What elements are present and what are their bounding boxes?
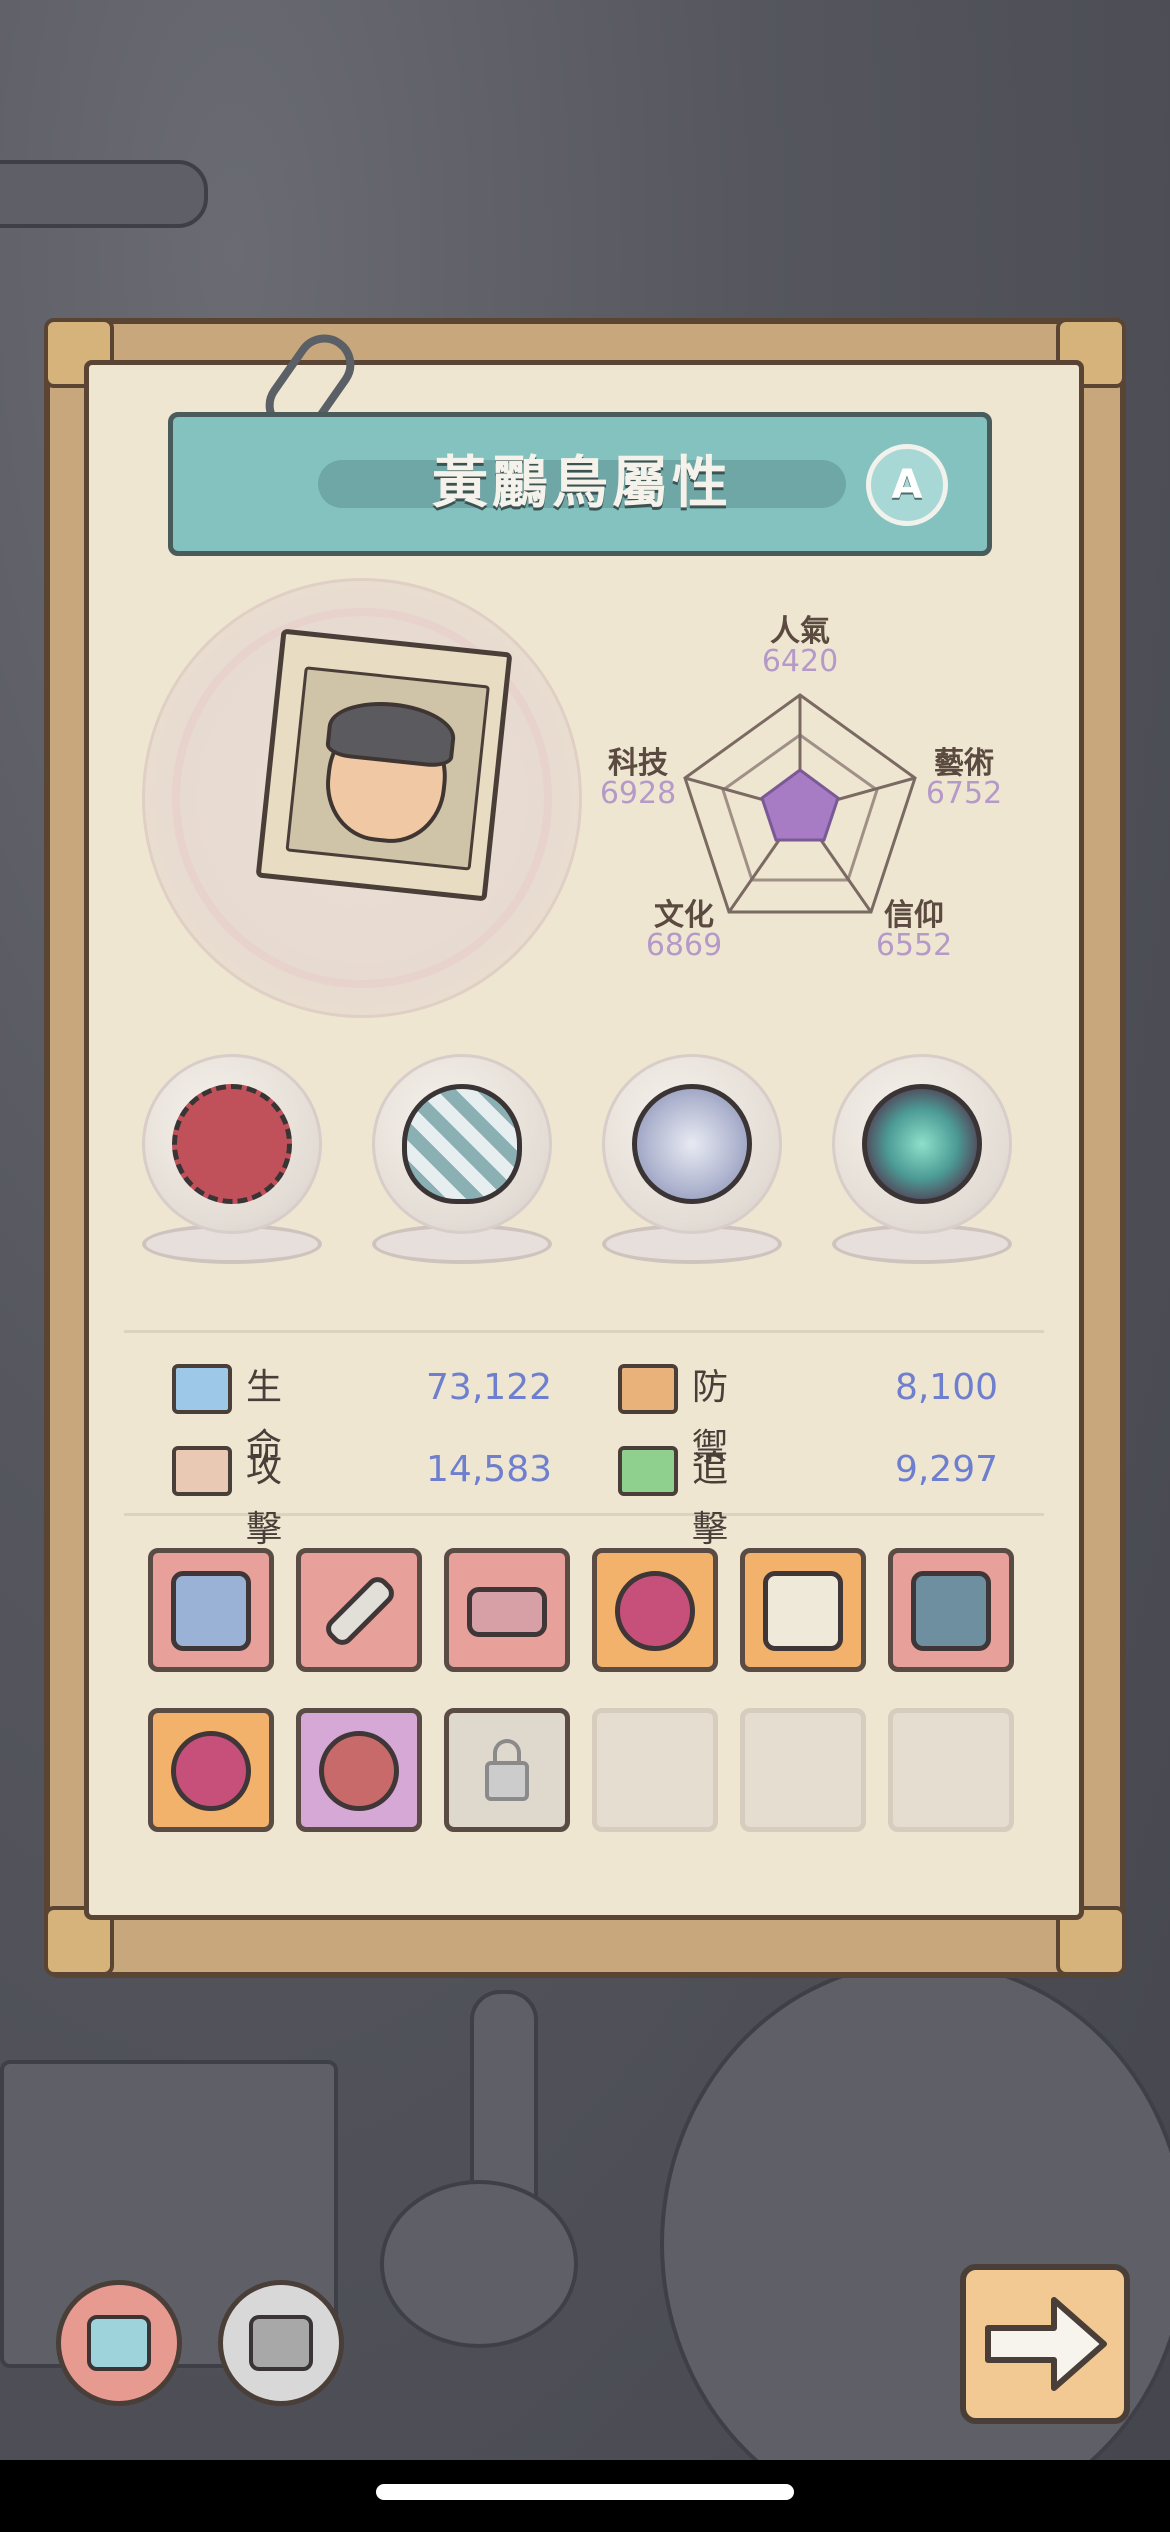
stat-label-pursuit: 追擊 (692, 1449, 729, 1550)
wing-orb-icon (171, 1731, 251, 1811)
radar-value-arts: 6752 (925, 776, 1003, 811)
character-portrait[interactable] (255, 628, 513, 902)
skill-slot-8[interactable] (296, 1708, 422, 1832)
dragon-head-icon (911, 1571, 991, 1651)
attack-bar-icon (172, 1446, 232, 1496)
arrow-right-icon (985, 2297, 1107, 2391)
robot-face-icon (249, 2315, 313, 2371)
wing-orb-icon (615, 1571, 695, 1651)
pursuit-bar-icon (618, 1446, 678, 1496)
robot-face-icon (87, 2315, 151, 2371)
lock-body (485, 1761, 529, 1801)
radar-value-popularity: 6420 (761, 644, 839, 679)
stat-value-hp: 73,122 (426, 1367, 552, 1408)
skill-slot-7[interactable] (148, 1708, 274, 1832)
thorn-wreath-icon (172, 1084, 292, 1204)
equipment-slot-4[interactable] (822, 1054, 1022, 1284)
hp-bar-icon (172, 1364, 232, 1414)
radar-value-faith: 6552 (875, 928, 953, 963)
stat-value-pursuit: 9,297 (894, 1449, 998, 1490)
skill-slot-1[interactable] (148, 1548, 274, 1672)
dagger-icon (321, 1572, 399, 1650)
checkered-shell-icon (402, 1084, 522, 1204)
stat-value-attack: 14,583 (426, 1449, 552, 1490)
equipment-slot-2[interactable] (362, 1054, 562, 1284)
equipment-slot-1[interactable] (132, 1054, 332, 1284)
compass-icon (632, 1084, 752, 1204)
skill-slot-2[interactable] (296, 1548, 422, 1672)
mech-gun-icon (171, 1571, 251, 1651)
robot-toggle-button-active[interactable] (56, 2280, 182, 2406)
background-bucket (380, 2180, 578, 2348)
skill-slot-3[interactable] (444, 1548, 570, 1672)
portal-ring-icon (862, 1084, 982, 1204)
stat-value-defense: 8,100 (894, 1367, 998, 1408)
equipment-slot-3[interactable] (592, 1054, 792, 1284)
skill-slot-4[interactable] (592, 1548, 718, 1672)
stat-label-attack: 攻擊 (246, 1449, 283, 1550)
portrait-photo (285, 666, 490, 871)
next-button[interactable] (960, 2264, 1130, 2424)
crossed-swords-icon (763, 1571, 843, 1651)
skill-slot-locked[interactable] (444, 1708, 570, 1832)
robot-toggle-button[interactable] (218, 2280, 344, 2406)
grade-badge[interactable]: A (866, 444, 948, 526)
radar-value-tech: 6928 (599, 776, 677, 811)
bracelet-icon (467, 1587, 547, 1637)
skill-slot-empty[interactable] (888, 1708, 1014, 1832)
defense-bar-icon (618, 1364, 678, 1414)
radar-fill (760, 768, 840, 842)
skill-slot-5[interactable] (740, 1548, 866, 1672)
skill-slot-empty[interactable] (740, 1708, 866, 1832)
background-tank (660, 1960, 1170, 2528)
skill-slot-6[interactable] (888, 1548, 1014, 1672)
page-title: 黃鸝鳥屬性 (432, 451, 732, 516)
radar-value-culture: 6869 (645, 928, 723, 963)
home-indicator[interactable] (376, 2484, 794, 2500)
background-pipe (0, 160, 208, 228)
skill-slot-empty[interactable] (592, 1708, 718, 1832)
chain-weight-icon (319, 1731, 399, 1811)
home-indicator-bar (0, 2460, 1170, 2532)
